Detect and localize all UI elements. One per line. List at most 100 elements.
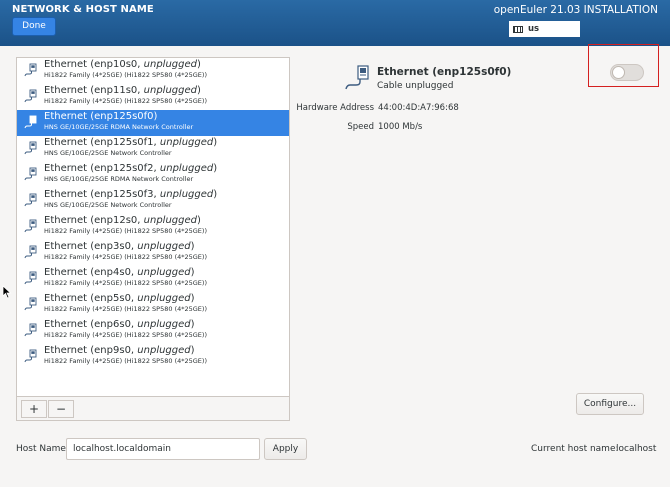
header-bar: NETWORK & HOST NAME Done openEuler 21.03… bbox=[0, 0, 670, 46]
mouse-cursor-icon bbox=[2, 285, 12, 299]
device-name: Ethernet (enp125s0f2, unplugged) bbox=[44, 162, 289, 175]
device-name-text: Ethernet (enp4s0, bbox=[44, 267, 138, 278]
device-model: Hi1822 Family (4*25GE) (Hi1822 SP580 (4*… bbox=[44, 331, 207, 339]
device-list[interactable]: Ethernet (enp10s0, unplugged) Hi1822 Fami… bbox=[17, 58, 289, 396]
ethernet-icon bbox=[24, 89, 37, 103]
device-state: unplugged bbox=[137, 319, 191, 330]
device-state: unplugged bbox=[143, 85, 197, 96]
device-list-toolbar: + − bbox=[17, 396, 289, 420]
device-list-item[interactable]: Ethernet (enp5s0, unplugged) Hi1822 Famil… bbox=[17, 292, 289, 318]
device-name: Ethernet (enp6s0, unplugged) bbox=[44, 318, 289, 331]
device-name: Ethernet (enp125s0f1, unplugged) bbox=[44, 136, 289, 149]
device-name-suffix: ) bbox=[197, 59, 201, 70]
device-name: Ethernet (enp10s0, unplugged) bbox=[44, 58, 289, 71]
device-model: HNS GE/10GE/25GE Network Controller bbox=[44, 149, 172, 157]
device-name: Ethernet (enp125s0f0) bbox=[44, 110, 289, 123]
device-model: HNS GE/10GE/25GE RDMA Network Controller bbox=[44, 123, 194, 131]
device-name-suffix: ) bbox=[190, 293, 195, 304]
device-state: unplugged bbox=[137, 293, 191, 304]
device-state: unplugged bbox=[137, 267, 191, 278]
device-model: Hi1822 Family (4*25GE) (Hi1822 SP580 (4*… bbox=[44, 279, 207, 287]
device-list-item[interactable]: Ethernet (enp6s0, unplugged) Hi1822 Famil… bbox=[17, 318, 289, 344]
device-model: HNS GE/10GE/25GE Network Controller bbox=[44, 201, 172, 209]
ethernet-icon bbox=[24, 141, 37, 155]
device-state: unplugged bbox=[159, 137, 214, 148]
device-name-suffix: ) bbox=[190, 345, 195, 356]
device-list-item[interactable]: Ethernet (enp125s0f0) HNS GE/10GE/25GE RD… bbox=[17, 110, 289, 136]
device-state: unplugged bbox=[143, 215, 197, 226]
speed-value: 1000 Mb/s bbox=[378, 122, 423, 132]
device-list-item[interactable]: Ethernet (enp125s0f2, unplugged) HNS GE/1… bbox=[17, 162, 289, 188]
device-name-text: Ethernet (enp125s0f0) bbox=[44, 111, 158, 122]
page-title: NETWORK & HOST NAME bbox=[12, 4, 154, 15]
device-name: Ethernet (enp3s0, unplugged) bbox=[44, 240, 289, 253]
device-enable-toggle[interactable] bbox=[610, 64, 644, 81]
remove-device-button[interactable]: − bbox=[48, 400, 74, 418]
keyboard-layout-indicator[interactable]: us bbox=[509, 21, 580, 37]
device-model: Hi1822 Family (4*25GE) (Hi1822 SP580 (4*… bbox=[44, 227, 207, 235]
device-name-suffix: ) bbox=[197, 215, 201, 226]
device-model: Hi1822 Family (4*25GE) (Hi1822 SP580 (4*… bbox=[44, 357, 207, 365]
host-name-input[interactable] bbox=[66, 438, 260, 460]
device-name-suffix: ) bbox=[190, 267, 195, 278]
device-list-item[interactable]: Ethernet (enp9s0, unplugged) Hi1822 Famil… bbox=[17, 344, 289, 370]
device-state: unplugged bbox=[143, 59, 197, 70]
device-state: unplugged bbox=[137, 345, 191, 356]
ethernet-icon bbox=[24, 63, 37, 77]
device-name-text: Ethernet (enp10s0, bbox=[44, 59, 144, 70]
done-button[interactable]: Done bbox=[12, 17, 56, 36]
add-device-button[interactable]: + bbox=[21, 400, 47, 418]
apply-button[interactable]: Apply bbox=[264, 438, 307, 460]
hardware-address-value: 44:00:4D:A7:96:68 bbox=[378, 103, 459, 113]
device-name-suffix: ) bbox=[190, 241, 195, 252]
device-name: Ethernet (enp9s0, unplugged) bbox=[44, 344, 289, 357]
device-name-text: Ethernet (enp125s0f2, bbox=[44, 163, 160, 174]
ethernet-icon bbox=[24, 167, 37, 181]
configure-button[interactable]: Configure... bbox=[576, 393, 644, 415]
device-name-text: Ethernet (enp6s0, bbox=[44, 319, 138, 330]
ethernet-icon bbox=[24, 271, 37, 285]
device-list-item[interactable]: Ethernet (enp125s0f1, unplugged) HNS GE/1… bbox=[17, 136, 289, 162]
ethernet-icon bbox=[24, 349, 37, 363]
ethernet-icon bbox=[345, 65, 369, 90]
ethernet-icon bbox=[24, 219, 37, 233]
device-name-text: Ethernet (enp11s0, bbox=[44, 85, 144, 96]
device-list-item[interactable]: Ethernet (enp3s0, unplugged) Hi1822 Famil… bbox=[17, 240, 289, 266]
speed-label: Speed bbox=[347, 122, 374, 132]
device-list-item[interactable]: Ethernet (enp125s0f3, unplugged) HNS GE/1… bbox=[17, 188, 289, 214]
device-list-item[interactable]: Ethernet (enp4s0, unplugged) Hi1822 Famil… bbox=[17, 266, 289, 292]
device-model: Hi1822 Family (4*25GE) (Hi1822 SP580 (4*… bbox=[44, 97, 207, 105]
installation-title: openEuler 21.03 INSTALLATION bbox=[493, 4, 658, 16]
hardware-address-label: Hardware Address bbox=[296, 103, 374, 113]
device-list-item[interactable]: Ethernet (enp11s0, unplugged) Hi1822 Fami… bbox=[17, 84, 289, 110]
device-name-text: Ethernet (enp12s0, bbox=[44, 215, 144, 226]
selected-device-name: Ethernet (enp125s0f0) bbox=[377, 66, 512, 78]
device-list-item[interactable]: Ethernet (enp10s0, unplugged) Hi1822 Fami… bbox=[17, 58, 289, 84]
selected-device-status: Cable unplugged bbox=[377, 81, 454, 91]
device-name-suffix: ) bbox=[190, 319, 195, 330]
device-name-text: Ethernet (enp3s0, bbox=[44, 241, 138, 252]
current-host-name-label: Current host name: bbox=[531, 444, 619, 454]
device-state: unplugged bbox=[159, 189, 214, 200]
device-name-suffix: ) bbox=[213, 189, 218, 200]
host-name-label: Host Name: bbox=[16, 444, 69, 454]
keyboard-layout-label: us bbox=[528, 24, 540, 34]
device-name-text: Ethernet (enp125s0f1, bbox=[44, 137, 160, 148]
device-name: Ethernet (enp4s0, unplugged) bbox=[44, 266, 289, 279]
device-model: HNS GE/10GE/25GE RDMA Network Controller bbox=[44, 175, 194, 183]
device-name: Ethernet (enp125s0f3, unplugged) bbox=[44, 188, 289, 201]
device-model: Hi1822 Family (4*25GE) (Hi1822 SP580 (4*… bbox=[44, 253, 207, 261]
device-name: Ethernet (enp12s0, unplugged) bbox=[44, 214, 289, 227]
ethernet-icon bbox=[24, 115, 37, 129]
device-name-suffix: ) bbox=[213, 137, 218, 148]
device-name-text: Ethernet (enp5s0, bbox=[44, 293, 138, 304]
device-model: Hi1822 Family (4*25GE) (Hi1822 SP580 (4*… bbox=[44, 305, 207, 313]
device-name-suffix: ) bbox=[213, 163, 218, 174]
device-list-item[interactable]: Ethernet (enp12s0, unplugged) Hi1822 Fami… bbox=[17, 214, 289, 240]
ethernet-icon bbox=[24, 193, 37, 207]
toggle-knob bbox=[612, 66, 625, 79]
ethernet-icon bbox=[24, 297, 37, 311]
ethernet-icon bbox=[24, 323, 37, 337]
device-name: Ethernet (enp5s0, unplugged) bbox=[44, 292, 289, 305]
device-name: Ethernet (enp11s0, unplugged) bbox=[44, 84, 289, 97]
